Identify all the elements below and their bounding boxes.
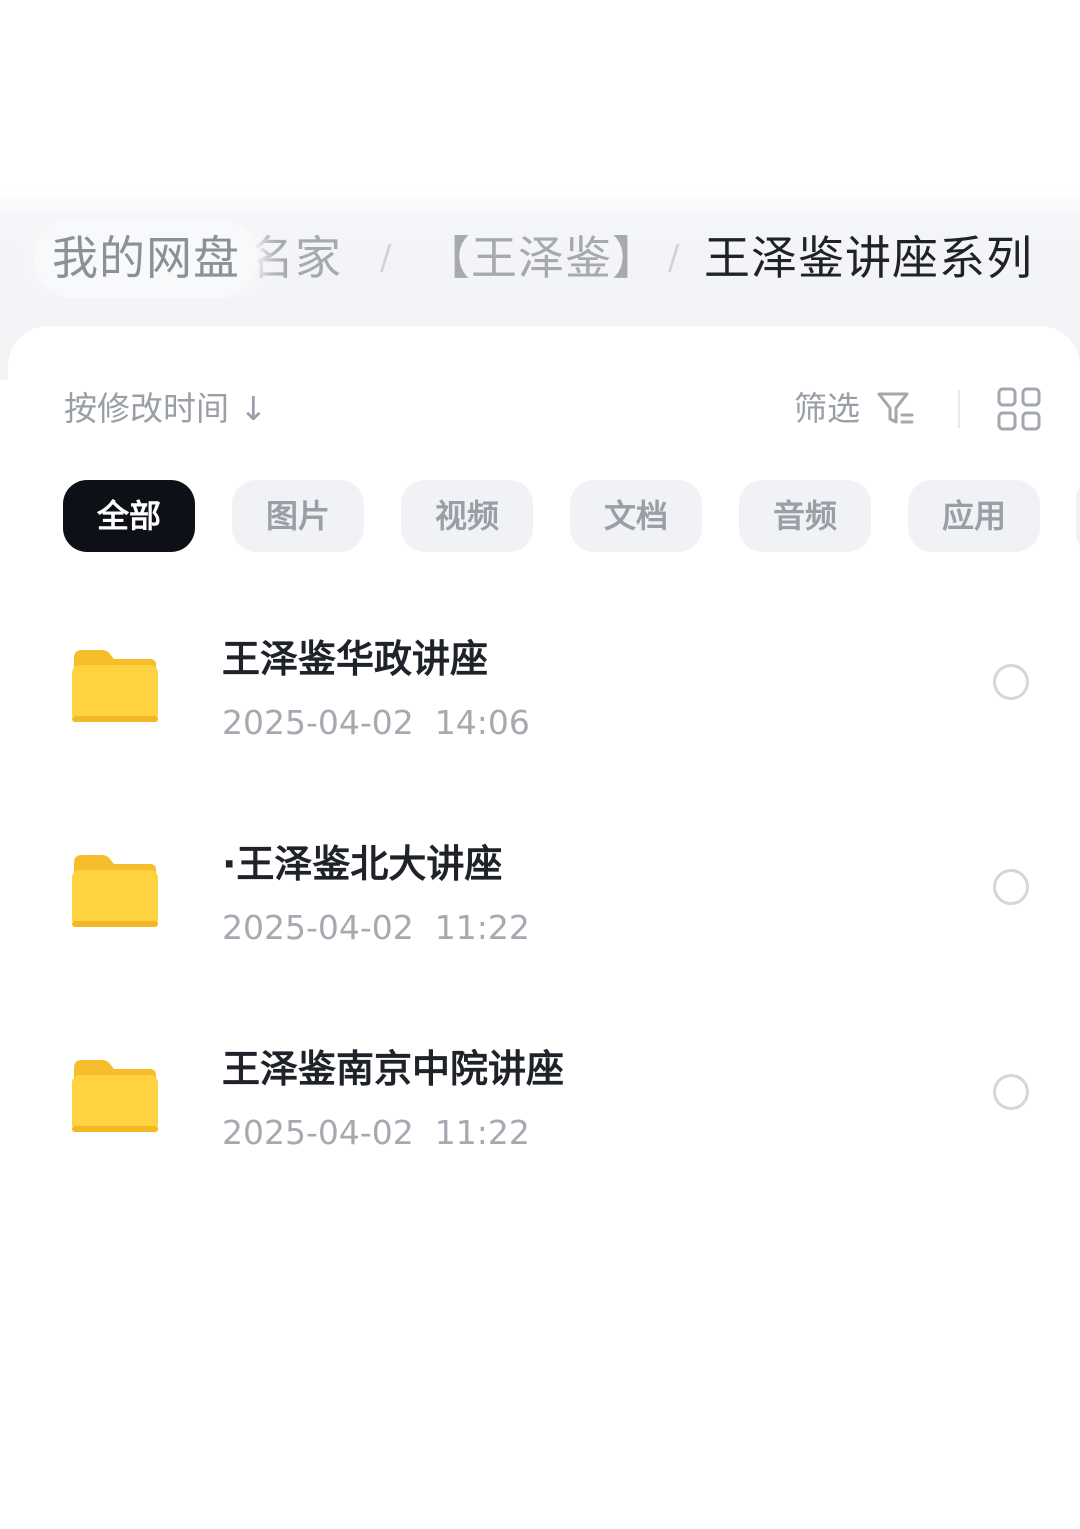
breadcrumb: 名家 / 【王泽鉴】 / 王泽鉴讲座系列 我的网盘 [0,218,1080,298]
folder-icon [72,650,158,722]
filter-button[interactable]: 筛选 [794,384,860,434]
tab-more-peek[interactable] [1076,480,1080,552]
file-date: 2025-04-02 14:06 [222,703,530,742]
file-date: 2025-04-02 11:22 [222,908,530,947]
sort-button[interactable]: 按修改时间 ↓ [64,384,267,434]
breadcrumb-separator: / [380,238,392,278]
file-name: 王泽鉴南京中院讲座 [222,1047,565,1091]
sort-label: 按修改时间 [64,389,229,428]
list-item[interactable]: 王泽鉴南京中院讲座 2025-04-02 11:22 [0,1032,1080,1192]
select-radio[interactable] [993,1074,1029,1110]
category-tabs: 全部 图片 视频 文档 音频 应用 [0,480,1080,552]
folder-icon [72,855,158,927]
list-item[interactable]: ·王泽鉴北大讲座 2025-04-02 11:22 [0,827,1080,987]
tab-apps[interactable]: 应用 [908,480,1040,552]
arrow-down-icon: ↓ [239,389,268,428]
breadcrumb-item-level3[interactable]: 【王泽鉴】 [424,218,659,298]
select-radio[interactable] [993,869,1029,905]
header-background [0,0,1080,380]
breadcrumb-separator: / [668,238,680,278]
grid-view-icon[interactable] [996,386,1042,432]
filter-label: 筛选 [794,389,860,428]
breadcrumb-current: 王泽鉴讲座系列 [704,231,1033,285]
tab-images[interactable]: 图片 [232,480,364,552]
breadcrumb-home[interactable]: 我的网盘 [34,218,258,298]
file-name: ·王泽鉴北大讲座 [222,842,503,886]
tab-documents[interactable]: 文档 [570,480,702,552]
select-radio[interactable] [993,664,1029,700]
tab-audio[interactable]: 音频 [739,480,871,552]
file-date: 2025-04-02 11:22 [222,1113,530,1152]
file-name: 王泽鉴华政讲座 [222,637,489,681]
breadcrumb-item-level2[interactable]: 名家 [248,218,342,298]
folder-icon [72,1060,158,1132]
list-item[interactable]: 王泽鉴华政讲座 2025-04-02 14:06 [0,622,1080,782]
tab-all[interactable]: 全部 [63,480,195,552]
tab-videos[interactable]: 视频 [401,480,533,552]
toolbar-divider [958,390,960,428]
filter-icon[interactable] [876,389,916,429]
